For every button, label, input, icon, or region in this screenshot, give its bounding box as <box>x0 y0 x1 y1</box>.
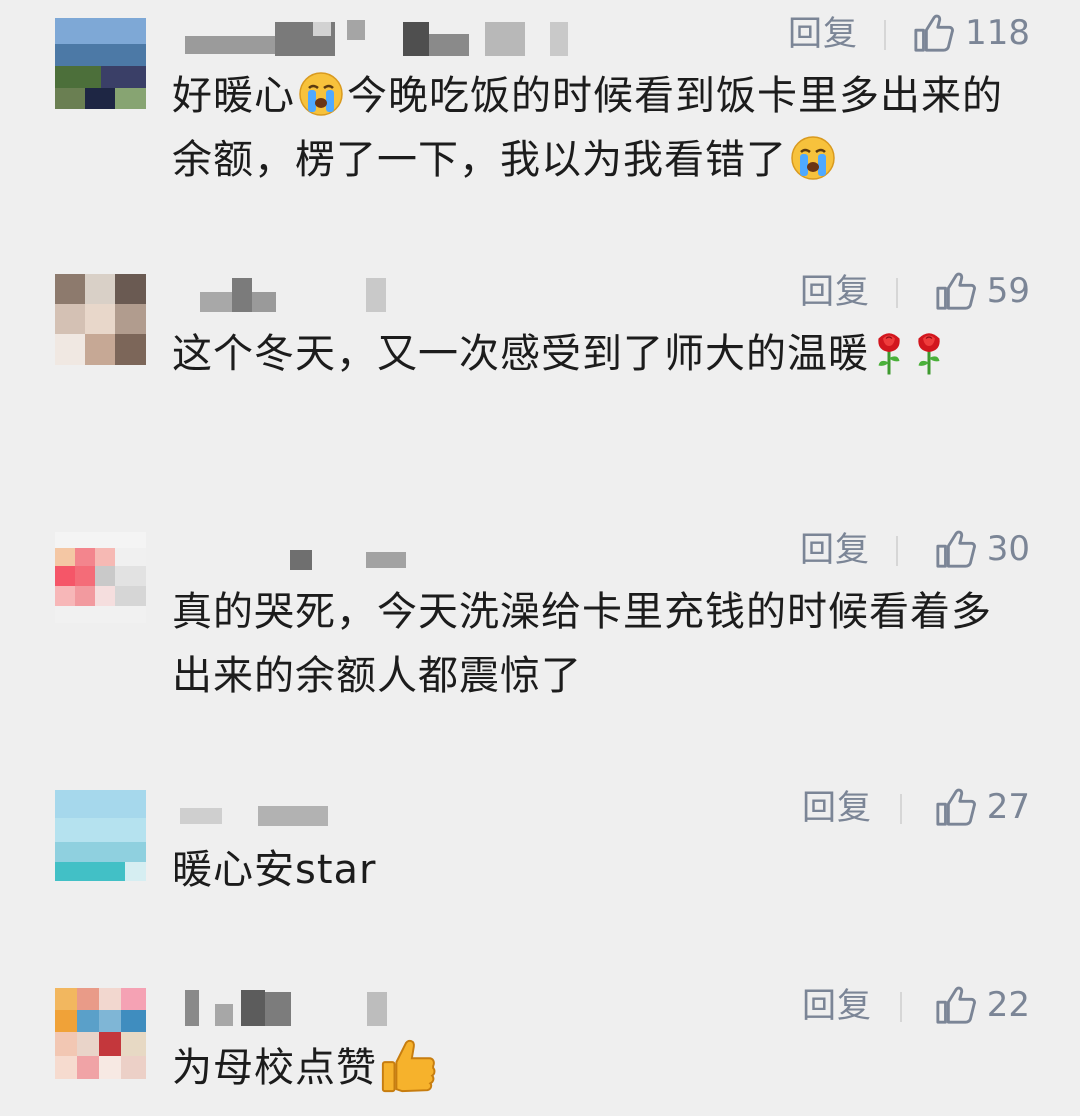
username[interactable] <box>185 18 575 58</box>
username[interactable] <box>200 274 400 314</box>
comment-text: 这个冬天，又一次感受到了师大的温暖 <box>172 322 1012 386</box>
thumbs-up-icon <box>913 11 955 55</box>
avatar[interactable] <box>55 988 146 1079</box>
like-button[interactable]: 59 <box>935 268 1030 314</box>
avatar[interactable] <box>55 274 146 365</box>
avatar[interactable] <box>55 18 146 109</box>
like-count: 59 <box>986 271 1030 311</box>
comment-text-part: 为母校点赞 <box>172 1045 377 1091</box>
divider <box>896 278 898 308</box>
like-count: 30 <box>986 529 1030 569</box>
divider <box>900 992 902 1022</box>
comment-text: 好暖心 今晚吃饭的时候看到饭卡里多出来的余额，楞了一下，我以为我看错了 <box>172 64 1032 192</box>
crying-face-emoji-icon <box>297 70 345 118</box>
like-button[interactable]: 30 <box>935 526 1030 572</box>
comment-text: 为母校点赞 <box>172 1036 1032 1100</box>
like-count: 118 <box>965 13 1030 53</box>
divider <box>884 20 886 50</box>
reply-button[interactable]: 回复 <box>802 788 872 828</box>
comment-text: 真的哭死，今天洗澡给卡里充钱的时候看着多出来的余额人都震惊了 <box>172 589 992 699</box>
comment-text: 暖心安star <box>172 847 377 893</box>
thumbs-up-icon <box>935 269 977 313</box>
comment-text-part: 好暖心 <box>172 73 295 119</box>
thumbs-up-icon <box>935 785 977 829</box>
like-count: 27 <box>986 787 1030 827</box>
rose-emoji-icon <box>911 326 947 378</box>
divider <box>896 536 898 566</box>
avatar[interactable] <box>55 532 146 623</box>
reply-button[interactable]: 回复 <box>800 272 870 312</box>
rose-emoji-icon <box>871 326 907 378</box>
username[interactable] <box>290 532 420 572</box>
like-button[interactable]: 22 <box>935 982 1030 1028</box>
thumbs-up-icon <box>935 527 977 571</box>
reply-button[interactable]: 回复 <box>788 14 858 54</box>
crying-face-emoji-icon <box>789 134 837 182</box>
username[interactable] <box>180 790 330 830</box>
avatar[interactable] <box>55 790 146 881</box>
like-count: 22 <box>986 985 1030 1025</box>
thumbs-up-emoji-icon <box>379 1037 437 1095</box>
divider <box>900 794 902 824</box>
comment-text-part: 这个冬天，又一次感受到了师大的温暖 <box>172 331 869 377</box>
like-button[interactable]: 118 <box>913 10 1030 56</box>
reply-button[interactable]: 回复 <box>802 986 872 1026</box>
reply-button[interactable]: 回复 <box>800 530 870 570</box>
username[interactable] <box>185 988 395 1028</box>
like-button[interactable]: 27 <box>935 784 1030 830</box>
thumbs-up-icon <box>935 983 977 1027</box>
